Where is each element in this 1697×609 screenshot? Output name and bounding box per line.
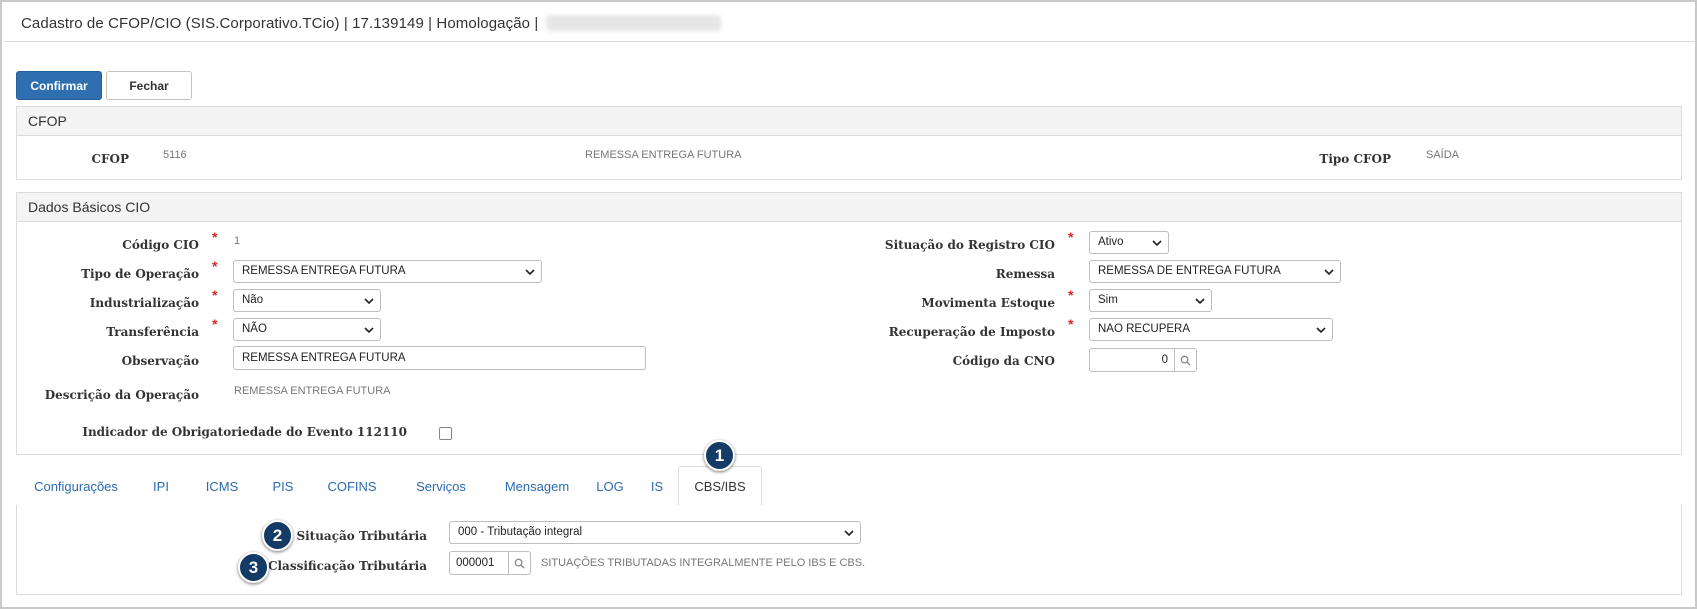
situacao-tributaria-select[interactable]: 000 - Tributação integral: [449, 521, 861, 544]
chevron-down-icon: [525, 269, 535, 276]
tipo-cfop-value: SAÍDA: [1426, 149, 1460, 161]
chevron-down-icon: [1195, 298, 1205, 305]
observacao-label: Observação: [121, 354, 199, 368]
window-title: Cadastro de CFOP/CIO (SIS.Corporativo.TC…: [21, 15, 722, 32]
observacao-input[interactable]: REMESSA ENTREGA FUTURA: [233, 346, 646, 370]
tipo-operacao-label: Tipo de Operação: [81, 267, 199, 281]
cfop-code: 5116: [163, 149, 187, 161]
recuperacao-imposto-select[interactable]: NAO RECUPERA: [1089, 318, 1333, 341]
transferencia-value: NÃO: [242, 323, 267, 335]
tab-is[interactable]: IS: [642, 466, 672, 506]
chevron-down-icon: [1152, 240, 1162, 247]
codigo-cio-value: 1: [234, 235, 241, 247]
chevron-down-icon: [1316, 327, 1326, 334]
codigo-cno-input[interactable]: 0: [1090, 349, 1174, 371]
remessa-select[interactable]: REMESSA DE ENTREGA FUTURA: [1089, 260, 1341, 283]
required-marker: *: [212, 287, 218, 303]
search-icon: [514, 558, 525, 569]
required-marker: *: [1068, 316, 1074, 332]
transferencia-label: Transferência: [106, 325, 199, 339]
movimenta-estoque-label: Movimenta Estoque: [921, 296, 1055, 310]
indicador-obrigatoriedade-checkbox[interactable]: [439, 427, 452, 440]
chevron-down-icon: [844, 530, 854, 537]
situacao-registro-select[interactable]: Ativo: [1089, 231, 1169, 254]
industrializacao-select[interactable]: Não: [233, 289, 381, 312]
codigo-cno-label: Código da CNO: [952, 354, 1055, 368]
cio-panel-heading: Dados Básicos CIO: [17, 193, 1681, 222]
chevron-down-icon: [364, 298, 374, 305]
cfop-panel-heading: CFOP: [17, 107, 1681, 136]
tab-servicos[interactable]: Serviços: [400, 466, 482, 506]
search-icon: [1180, 355, 1191, 366]
callout-badge-3: 3: [238, 552, 269, 583]
tab-ipi[interactable]: IPI: [142, 466, 180, 506]
cfop-panel: CFOP CFOP 5116 REMESSA ENTREGA FUTURA Ti…: [16, 106, 1682, 180]
required-marker: *: [1068, 287, 1074, 303]
recuperacao-imposto-label: Recuperação de Imposto: [888, 325, 1055, 339]
tab-mensagem[interactable]: Mensagem: [492, 466, 582, 506]
cio-panel: Dados Básicos CIO Código CIO * 1 Tipo de…: [16, 192, 1682, 455]
window-frame: Cadastro de CFOP/CIO (SIS.Corporativo.TC…: [0, 0, 1697, 609]
classificacao-search-button[interactable]: [508, 552, 530, 574]
tipo-operacao-value: REMESSA ENTREGA FUTURA: [242, 265, 406, 277]
tab-configuracoes[interactable]: Configurações: [18, 466, 134, 506]
callout-badge-2: 2: [262, 520, 293, 551]
tab-cofins[interactable]: COFINS: [316, 466, 388, 506]
classificacao-tributaria-lookup: 000001: [449, 551, 531, 575]
recuperacao-imposto-value: NAO RECUPERA: [1098, 323, 1191, 335]
situacao-registro-value: Ativo: [1098, 236, 1124, 248]
tab-bar: Configurações IPI ICMS PIS COFINS Serviç…: [16, 466, 1682, 507]
situacao-registro-label: Situação do Registro CIO: [884, 238, 1055, 252]
movimenta-estoque-value: Sim: [1098, 294, 1118, 306]
tipo-operacao-select[interactable]: REMESSA ENTREGA FUTURA: [233, 260, 542, 283]
chevron-down-icon: [364, 327, 374, 334]
window-title-text: Cadastro de CFOP/CIO (SIS.Corporativo.TC…: [21, 15, 539, 32]
cfop-description: REMESSA ENTREGA FUTURA: [585, 149, 742, 161]
required-marker: *: [212, 316, 218, 332]
cbs-ibs-panel: Situação Tributária 000 - Tributação int…: [16, 505, 1682, 595]
redacted-user: [546, 15, 722, 31]
chevron-down-icon: [1324, 269, 1334, 276]
remessa-value: REMESSA DE ENTREGA FUTURA: [1098, 265, 1281, 277]
descricao-operacao-value: REMESSA ENTREGA FUTURA: [234, 385, 391, 397]
callout-badge-1: 1: [704, 440, 735, 471]
descricao-operacao-label: Descrição da Operação: [44, 388, 199, 402]
classificacao-tributaria-input[interactable]: 000001: [450, 552, 508, 574]
tipo-cfop-label: Tipo CFOP: [1319, 152, 1391, 166]
tab-pis[interactable]: PIS: [262, 466, 304, 506]
tab-cbs-ibs[interactable]: CBS/IBS: [678, 466, 762, 507]
cfop-label: CFOP: [91, 152, 129, 166]
industrializacao-label: Industrialização: [89, 296, 199, 310]
tab-log[interactable]: LOG: [590, 466, 630, 506]
situacao-tributaria-label: Situação Tributária: [296, 529, 427, 543]
movimenta-estoque-select[interactable]: Sim: [1089, 289, 1212, 312]
tab-icms[interactable]: ICMS: [194, 466, 250, 506]
indicador-obrigatoriedade-label: Indicador de Obrigatoriedade do Evento 1…: [82, 425, 407, 439]
remessa-label: Remessa: [995, 267, 1055, 281]
industrializacao-value: Não: [242, 294, 264, 306]
codigo-cno-search-button[interactable]: [1174, 349, 1196, 371]
confirm-button[interactable]: Confirmar: [16, 71, 102, 100]
title-bar: Cadastro de CFOP/CIO (SIS.Corporativo.TC…: [4, 4, 1695, 42]
classificacao-tributaria-description: SITUAÇÕES TRIBUTADAS INTEGRALMENTE PELO …: [541, 557, 866, 569]
required-marker: *: [212, 258, 218, 274]
close-button[interactable]: Fechar: [106, 71, 192, 100]
transferencia-select[interactable]: NÃO: [233, 318, 381, 341]
codigo-cio-label: Código CIO: [122, 238, 199, 252]
required-marker: *: [212, 229, 218, 245]
situacao-tributaria-value: 000 - Tributação integral: [458, 526, 583, 538]
required-marker: *: [1068, 229, 1074, 245]
codigo-cno-lookup: 0: [1089, 348, 1197, 372]
